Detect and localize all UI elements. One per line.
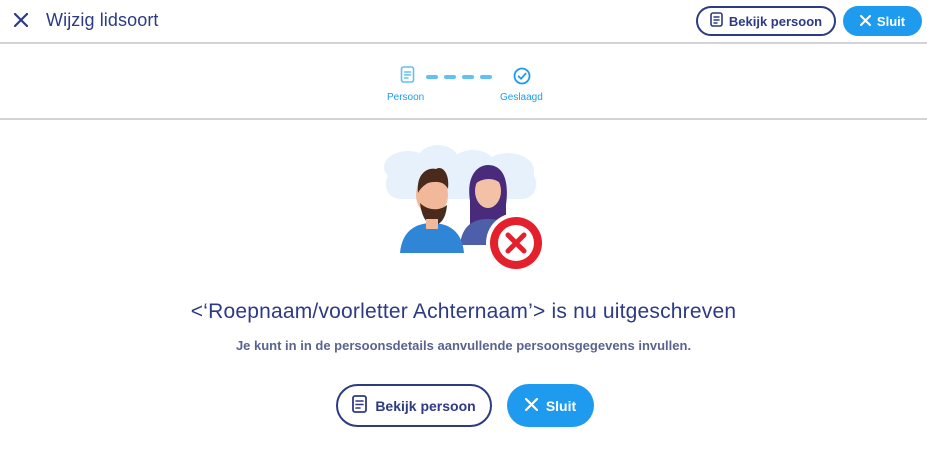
unsubscribed-illustration xyxy=(378,145,548,275)
document-icon xyxy=(400,66,416,84)
stepper: Persoon Geslaagd xyxy=(0,46,927,120)
close-icon xyxy=(524,397,538,414)
document-icon xyxy=(352,395,368,416)
close-label: Sluit xyxy=(545,397,577,414)
step-dash xyxy=(444,75,456,79)
step-label-geslaagd: Geslaagd xyxy=(500,92,543,103)
close-icon[interactable] xyxy=(8,7,34,33)
check-circle-icon xyxy=(513,67,531,85)
view-person-button[interactable]: Bekijk persoon xyxy=(336,384,492,427)
close-icon xyxy=(859,14,871,29)
step-dash xyxy=(480,75,492,79)
step-connector xyxy=(426,75,492,79)
close-button[interactable]: Sluit xyxy=(507,384,594,427)
success-subtitle: Je kunt in in de persoonsdetails aanvull… xyxy=(235,338,692,353)
view-person-label: Bekijk persoon xyxy=(375,397,476,414)
step-dash xyxy=(462,75,474,79)
step-dash xyxy=(426,75,438,79)
header-view-person-button[interactable]: Bekijk persoon xyxy=(696,6,836,36)
page-title: Wijzig lidsoort xyxy=(46,10,159,30)
step-label-persoon: Persoon xyxy=(387,92,425,103)
header-view-person-label: Bekijk persoon xyxy=(728,13,823,29)
header: Wijzig lidsoort Bekijk persoon Sluit xyxy=(0,0,927,44)
header-close-label: Sluit xyxy=(876,13,906,29)
header-close-button[interactable]: Sluit xyxy=(843,6,922,36)
success-title: <‘Roepnaam/voorletter Achternaam’> is nu… xyxy=(190,300,737,323)
document-icon xyxy=(710,12,723,30)
